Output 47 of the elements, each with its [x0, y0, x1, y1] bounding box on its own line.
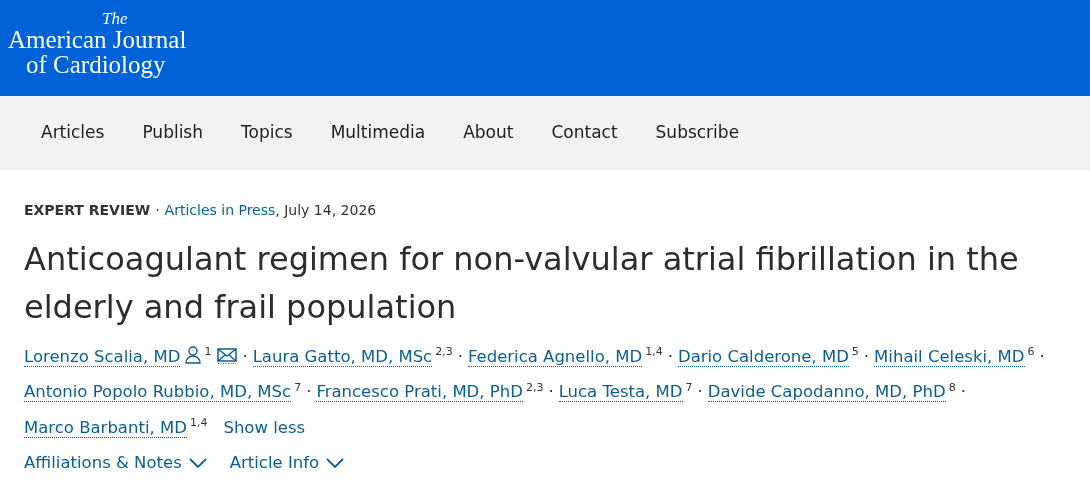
separator-dot: ·	[667, 346, 673, 366]
nav-link[interactable]: Publish	[123, 120, 222, 146]
author-link[interactable]: Davide Capodanno, MD, PhD	[707, 382, 946, 402]
affiliation-number: 1	[204, 345, 212, 358]
separator-dot: ·	[697, 382, 703, 401]
journal-logo[interactable]: The American Journal of Cardiology	[8, 10, 187, 77]
separator-dot: ·	[457, 346, 463, 366]
separator-dot: ·	[548, 382, 554, 401]
nav-link[interactable]: Articles	[22, 120, 124, 146]
separator-dot: ·	[863, 346, 870, 366]
nav-link[interactable]: About	[444, 120, 533, 146]
show-less-button[interactable]: Show less	[223, 411, 306, 443]
separator-dot: ·	[155, 202, 160, 218]
author-link[interactable]: Dario Calderone, MD	[677, 346, 849, 367]
nav-link[interactable]: Contact	[532, 120, 637, 146]
affiliation-number: 2,3	[525, 380, 544, 394]
affiliation-number: 6	[1027, 345, 1035, 358]
affiliation-number: 1,4	[645, 345, 663, 358]
author-link[interactable]: Luca Testa, MD	[558, 382, 683, 402]
dropdown-toggle-button[interactable]: Article Info	[229, 450, 346, 476]
separator-dot: ·	[1039, 346, 1045, 366]
author-link[interactable]: Mihail Celeski, MD	[874, 346, 1025, 367]
affiliation-number: 5	[851, 345, 859, 358]
nav-link[interactable]: Subscribe	[636, 120, 759, 146]
separator-dot: ·	[960, 382, 966, 401]
nav-link[interactable]: Topics	[222, 120, 312, 146]
affiliation-number: 2,3	[435, 345, 453, 358]
separator-dot: ·	[242, 346, 248, 366]
article-title: Anticoagulant regimen for non-valvular atrial fibrillation in the elderly and frail population	[24, 239, 1020, 328]
article-type: EXPERT REVIEW	[24, 202, 151, 218]
email-icon[interactable]	[217, 347, 238, 364]
nav-link[interactable]: Multimedia	[311, 120, 445, 146]
author-link[interactable]: Federica Agnello, MD	[467, 346, 643, 367]
author-link[interactable]: Antonio Popolo Rubbio, MD, MSc	[24, 382, 292, 402]
affiliation-number: 8	[948, 380, 956, 394]
author-link[interactable]: Lorenzo Scalia, MD	[24, 346, 181, 367]
section-link[interactable]: Articles in Press	[164, 202, 276, 218]
author-link[interactable]: Laura Gatto, MD, MSc	[252, 346, 433, 367]
dropdown-toggle-button[interactable]: Affiliations & Notes	[24, 450, 208, 476]
publish-date: , July 14, 2026	[275, 202, 377, 218]
person-icon[interactable]	[185, 345, 202, 364]
separator-dot: ·	[306, 382, 312, 401]
affiliation-number: 7	[685, 380, 693, 394]
affiliation-number: 7	[294, 380, 302, 394]
affiliation-number: 1,4	[189, 416, 208, 429]
author-link[interactable]: Francesco Prati, MD, PhD	[316, 382, 523, 402]
author-link[interactable]: Marco Barbanti, MD	[24, 417, 187, 438]
